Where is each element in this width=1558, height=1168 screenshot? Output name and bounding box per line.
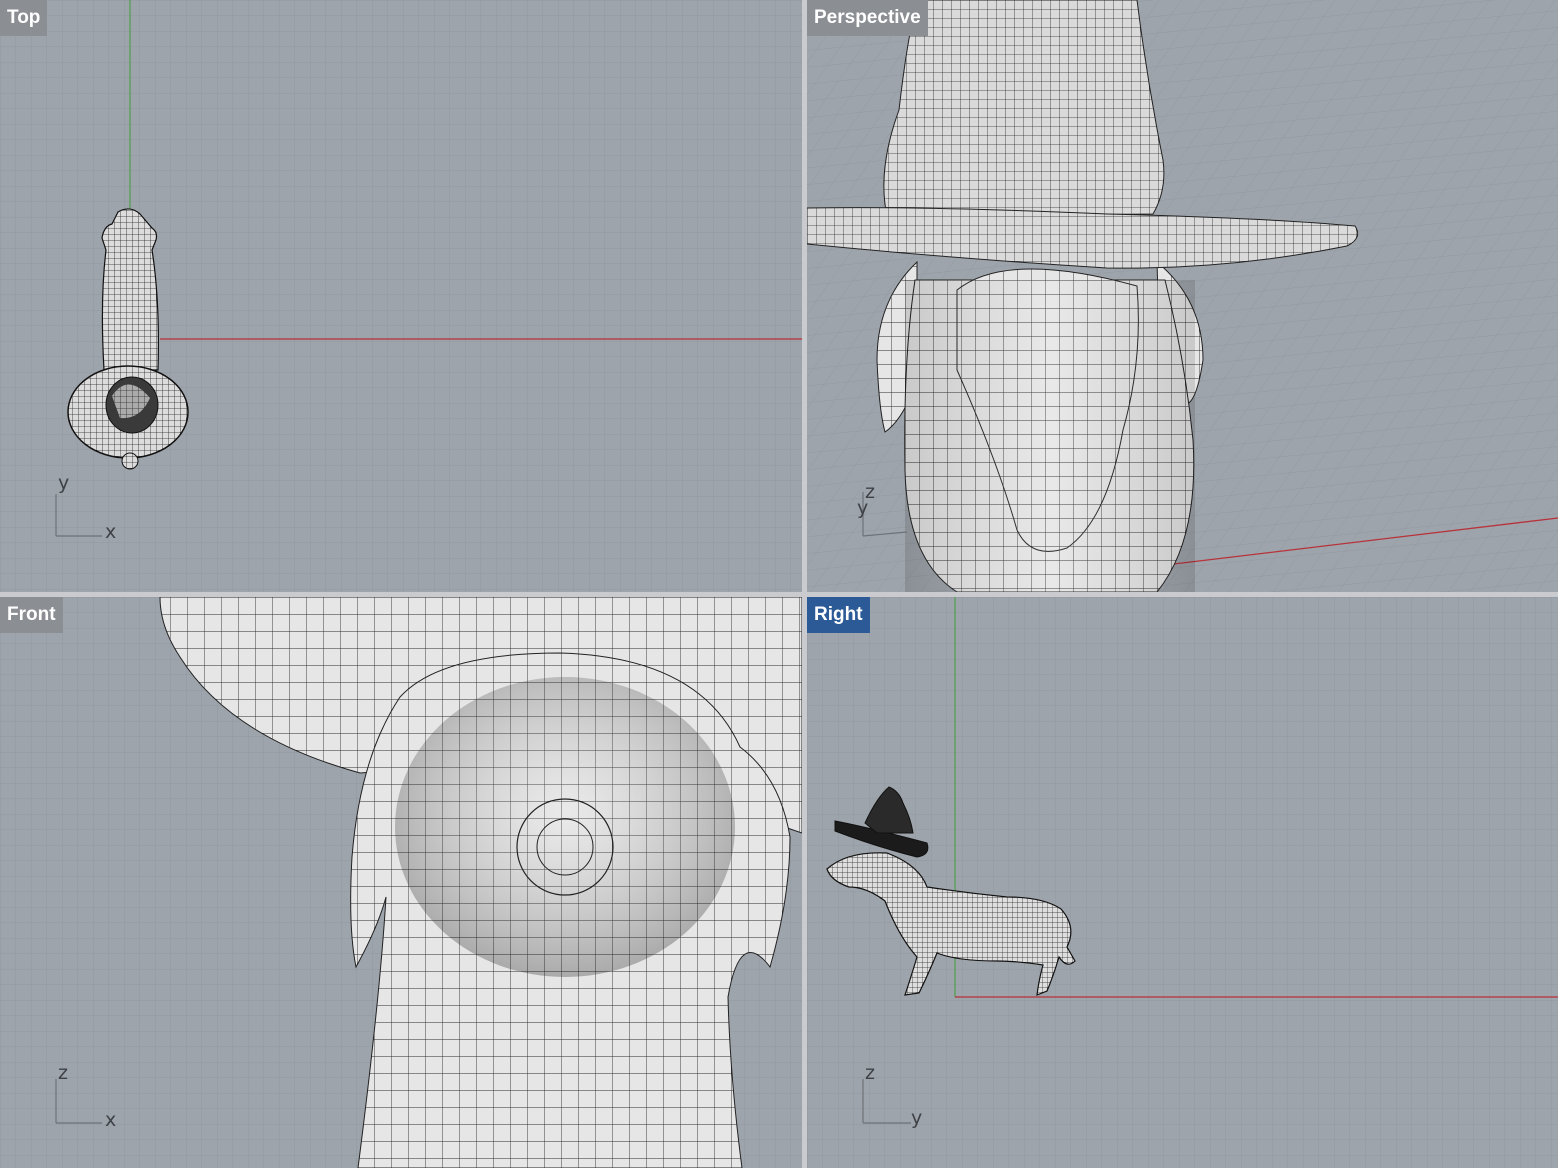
top-view-scene: y x [0,0,802,592]
viewport-perspective[interactable]: z y Perspective [807,0,1558,592]
viewport-label-right[interactable]: Right [807,597,870,633]
viewport-top[interactable]: y x Top [0,0,802,592]
viewport-label-top[interactable]: Top [0,0,48,36]
viewport-label-perspective[interactable]: Perspective [807,0,928,36]
axis-label-x: x [105,521,116,543]
axis-label-z: z [865,1062,875,1084]
viewport-label-front[interactable]: Front [0,597,63,633]
right-view-scene: z y [807,597,1558,1168]
viewport-front[interactable]: z x Front [0,597,802,1168]
viewport-right[interactable]: z y Right [807,597,1558,1168]
axis-label-y: y [911,1107,922,1129]
front-view-scene: z x [0,597,802,1168]
axis-label-z: z [58,1062,68,1084]
axis-label-x: x [105,1109,116,1131]
axis-label-y: y [857,497,868,519]
axis-label-y: y [58,472,69,494]
perspective-view-scene: z y [807,0,1558,592]
